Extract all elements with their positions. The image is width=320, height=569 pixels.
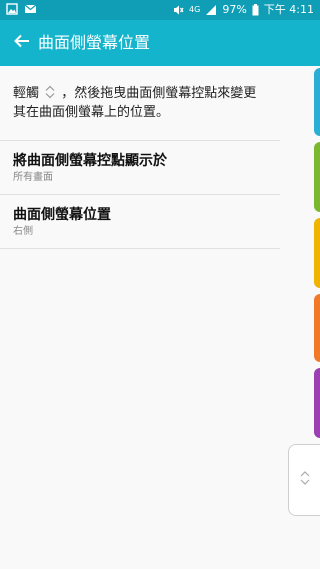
instruction-text: 輕觸 ，然後拖曳曲面側螢幕控點來變更其在曲面側螢幕上的位置。: [0, 66, 280, 141]
setting-title: 將曲面側螢幕控點顯示於: [13, 153, 167, 169]
status-bar: 4G 97% 下午 4:11: [0, 0, 320, 20]
edge-tab-4[interactable]: [314, 294, 320, 362]
arrow-left-icon: [13, 32, 31, 54]
edge-handle[interactable]: [288, 444, 320, 516]
instruction-part1: 輕觸: [13, 86, 40, 101]
setting-value: 右側: [13, 226, 33, 237]
setting-title: 曲面側螢幕位置: [13, 207, 111, 223]
mute-icon: [172, 4, 184, 16]
setting-value: 所有畫面: [13, 172, 53, 183]
clock: 下午 4:11: [263, 3, 314, 16]
setting-edge-position[interactable]: 曲面側螢幕位置 右側: [0, 195, 280, 249]
back-button[interactable]: [4, 25, 40, 61]
setting-show-handle-on[interactable]: 將曲面側螢幕控點顯示於 所有畫面: [0, 141, 280, 195]
battery-icon: [252, 4, 259, 16]
battery-percent: 97%: [222, 3, 247, 16]
handle-arrows-icon: [43, 85, 57, 99]
mail-icon: [24, 3, 37, 15]
edge-tab-5[interactable]: [314, 368, 320, 438]
page-title: 曲面側螢幕位置: [38, 33, 151, 52]
signal-icon: [205, 4, 217, 16]
network-type: 4G: [189, 5, 201, 14]
edge-tab-3[interactable]: [314, 218, 320, 288]
app-bar: 曲面側螢幕位置: [0, 20, 320, 66]
gallery-icon: [6, 3, 18, 15]
settings-content: 輕觸 ，然後拖曳曲面側螢幕控點來變更其在曲面側螢幕上的位置。 將曲面側螢幕控點顯…: [0, 66, 296, 249]
handle-arrows-icon: [298, 470, 312, 490]
edge-tab-1[interactable]: [314, 68, 320, 136]
edge-tab-2[interactable]: [314, 142, 320, 212]
